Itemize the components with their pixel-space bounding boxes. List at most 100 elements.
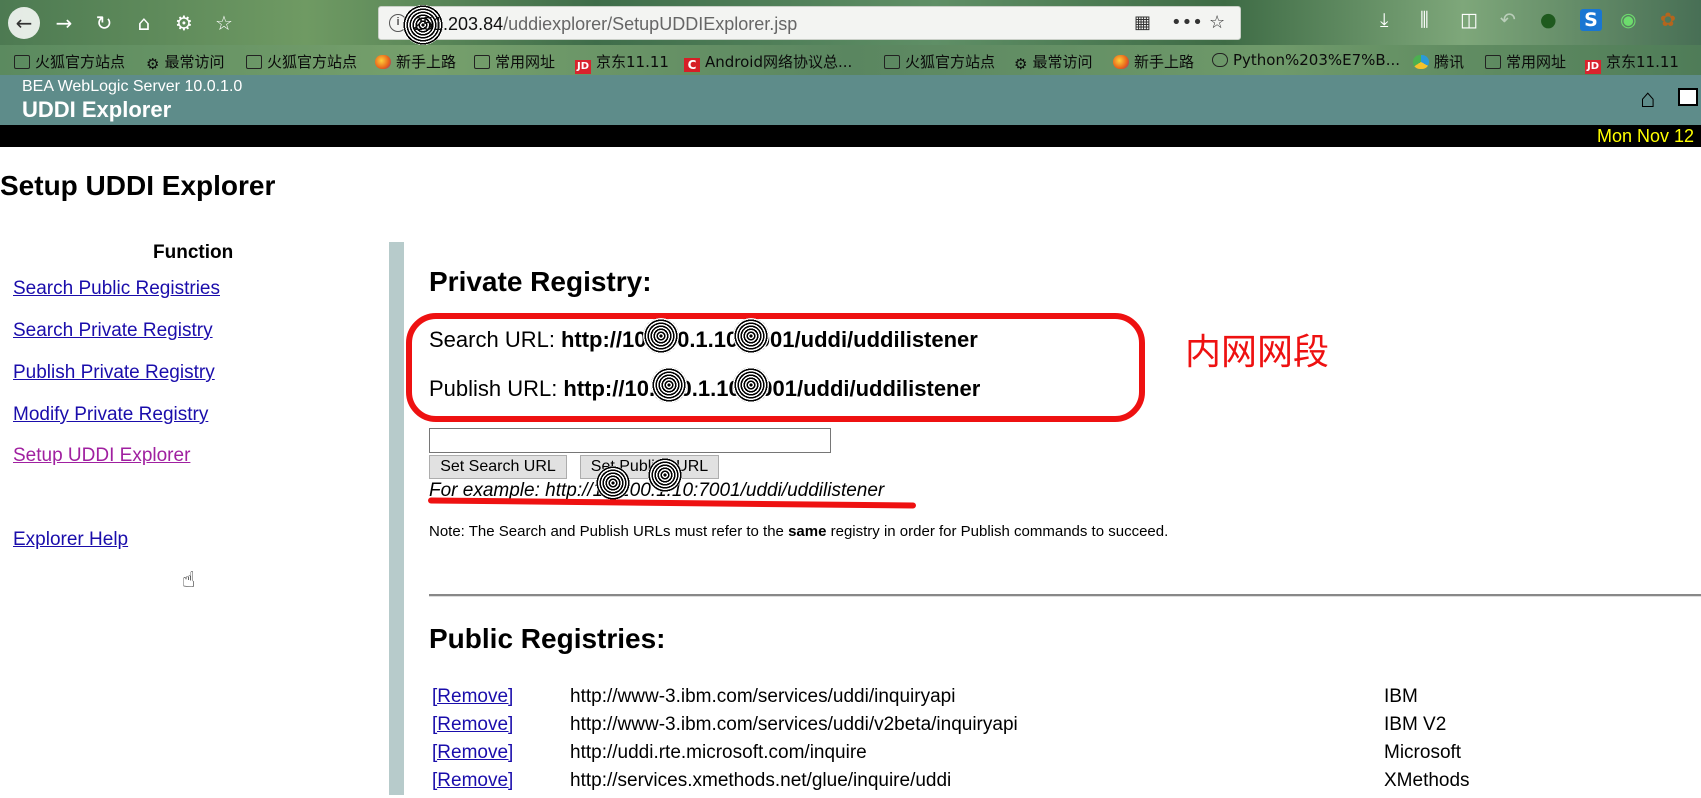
bookmark-label: 新手上路 [396,53,457,71]
link-explorer-help[interactable]: Explorer Help [13,529,128,551]
bookmark-label: Python%203%E7%B... [1233,51,1400,69]
more-icon[interactable]: ••• [1171,12,1203,33]
table-row: [Remove] http://uddi.rte.microsoft.com/i… [432,742,1701,770]
back-icon[interactable]: ← [8,7,40,39]
jd-icon: JD [575,60,591,74]
bookmark-item[interactable]: 火狐官方站点 [14,51,125,72]
registry-name: Microsoft [1384,742,1462,763]
public-registries-heading: Public Registries: [429,623,666,654]
link-modify-private-registry[interactable]: Modify Private Registry [13,404,208,426]
bookmark-item[interactable]: C Android网络协议总... [684,51,852,72]
function-heading: Function [153,242,234,263]
bookmark-label: 最常访问 [164,53,225,71]
registry-url: http://www-3.ibm.com/services/uddi/inqui… [570,686,956,707]
firefox-icon [375,55,391,69]
divider [429,594,1701,597]
search-url-line: Search URL: http://10.100.1.10:7001/uddi/… [429,327,978,353]
app-title: UDDI Explorer [22,97,172,122]
firefox-icon [1113,55,1129,69]
bookmark-item[interactable]: 腾讯 [1413,51,1464,72]
link-publish-private-registry[interactable]: Publish Private Registry [13,362,215,384]
registry-url: http://uddi.rte.microsoft.com/inquire [570,742,867,763]
folder-icon [14,55,30,69]
bookmark-item[interactable]: Python%203%E7%B... [1212,51,1400,69]
date-text: Mon Nov 12 [1597,126,1695,146]
redaction-scribble [733,318,769,354]
gear-icon: ⚙ [146,55,160,73]
folder-icon [246,55,262,69]
window-icon[interactable] [1678,88,1698,106]
browser-toolbar: ← → ↻ ⌂ ⚙ ☆ i 251.203.84/uddiexplorer/Se… [0,0,1701,45]
settings-gear-icon[interactable]: ⚙ [168,7,200,39]
sidebar-icon[interactable]: ◫ [1460,9,1478,31]
search-url-value: http://10.100.1.10:7001/uddi/uddilistene… [560,327,978,352]
globe-icon [1212,53,1228,67]
search-url-label: Search URL: [429,327,555,352]
bookmark-item[interactable]: 新手上路 [1113,51,1194,72]
folder-icon [1485,55,1501,69]
note-part: Note: The Search and Publish URLs must r… [429,523,789,540]
remove-link[interactable]: [Remove] [432,686,513,708]
product-name: BEA WebLogic Server 10.0.1.0 [22,78,243,95]
table-row: [Remove] http://www-3.ibm.com/services/u… [432,686,1701,714]
bookmark-label: 腾讯 [1434,53,1465,71]
bookmark-label: 常用网址 [495,53,556,71]
table-row: [Remove] http://www-3.ibm.com/services/u… [432,714,1701,742]
registry-url-input[interactable] [429,428,831,453]
bookmark-item[interactable]: 火狐官方站点 [246,51,357,72]
extension-icon[interactable]: ● [1540,9,1557,31]
registry-name: XMethods [1384,770,1470,791]
registry-url: http://services.xmethods.net/glue/inquir… [570,770,952,791]
bookmark-item[interactable]: JD 京东11.11 [575,51,669,74]
bookmark-item[interactable]: 新手上路 [375,51,456,72]
bookmark-star-icon[interactable]: ☆ [208,7,240,39]
reload-icon[interactable]: ↻ [88,7,120,39]
bookmark-item[interactable]: JD 京东11.11 [1585,51,1679,74]
redaction-scribble [648,458,682,492]
weblogic-header: BEA WebLogic Server 10.0.1.0 UDDI Explor… [0,75,1701,125]
qr-code-icon[interactable]: ▦ [1134,12,1151,33]
note-part: registry in order for Publish commands t… [826,523,1169,540]
set-search-url-button[interactable]: Set Search URL [429,455,567,479]
bookmark-label: 火狐官方站点 [905,53,996,71]
link-setup-uddi-explorer[interactable]: Setup UDDI Explorer [13,445,190,467]
undo-icon[interactable]: ↶ [1500,9,1516,31]
link-search-private-registry[interactable]: Search Private Registry [13,320,213,342]
remove-link[interactable]: [Remove] [432,742,513,764]
s-extension-icon[interactable]: S [1580,9,1602,31]
qq-icon [1413,55,1429,69]
folder-icon [474,55,490,69]
publish-url-label: Publish URL: [429,376,558,401]
note-bold: same [788,523,827,540]
redaction-scribble [643,318,679,354]
folder-icon [884,55,900,69]
bookmark-item[interactable]: 常用网址 [1485,51,1566,72]
forward-icon[interactable]: → [48,7,80,39]
table-row: [Remove] http://services.xmethods.net/gl… [432,770,1701,798]
page-title: Setup UDDI Explorer [0,170,276,201]
cookie-icon[interactable]: ✿ [1660,9,1676,31]
address-bar[interactable]: i 251.203.84/uddiexplorer/SetupUDDIExplo… [378,5,1241,45]
bookmark-item[interactable]: ⚙ 最常访问 [1014,51,1092,73]
registry-url: http://www-3.ibm.com/services/uddi/v2bet… [570,714,1018,735]
bookmark-item[interactable]: 火狐官方站点 [884,51,995,72]
url-path: /uddiexplorer/SetupUDDIExplorer.jsp [503,14,798,34]
bookmark-item[interactable]: ⚙ 最常访问 [146,51,225,73]
star-icon[interactable]: ☆ [1209,12,1225,33]
remove-link[interactable]: [Remove] [432,714,513,736]
library-icon[interactable]: ⫼ [1420,9,1429,31]
status-extension-icon[interactable]: ◉ [1620,9,1637,31]
home-icon[interactable]: ⌂ [1640,85,1664,111]
bookmark-label: 京东11.11 [596,53,669,71]
url-text: 251.203.84/uddiexplorer/SetupUDDIExplore… [413,14,797,35]
home-icon[interactable]: ⌂ [128,7,160,39]
link-search-public-registries[interactable]: Search Public Registries [13,278,220,300]
bookmark-label: 火狐官方站点 [267,53,358,71]
jd-icon: JD [1585,60,1601,74]
publish-url-line: Publish URL: http://10.100.1.10:7001/uddi… [429,376,980,402]
bookmarks-bar: 火狐官方站点 ⚙ 最常访问 火狐官方站点 新手上路 常用网址 JD 京东11.11 … [0,45,1701,75]
download-icon[interactable]: ⤓ [1380,9,1388,31]
bookmark-item[interactable]: 常用网址 [474,51,555,72]
remove-link[interactable]: [Remove] [432,770,513,792]
note-text: Note: The Search and Publish URLs must r… [429,523,1168,540]
